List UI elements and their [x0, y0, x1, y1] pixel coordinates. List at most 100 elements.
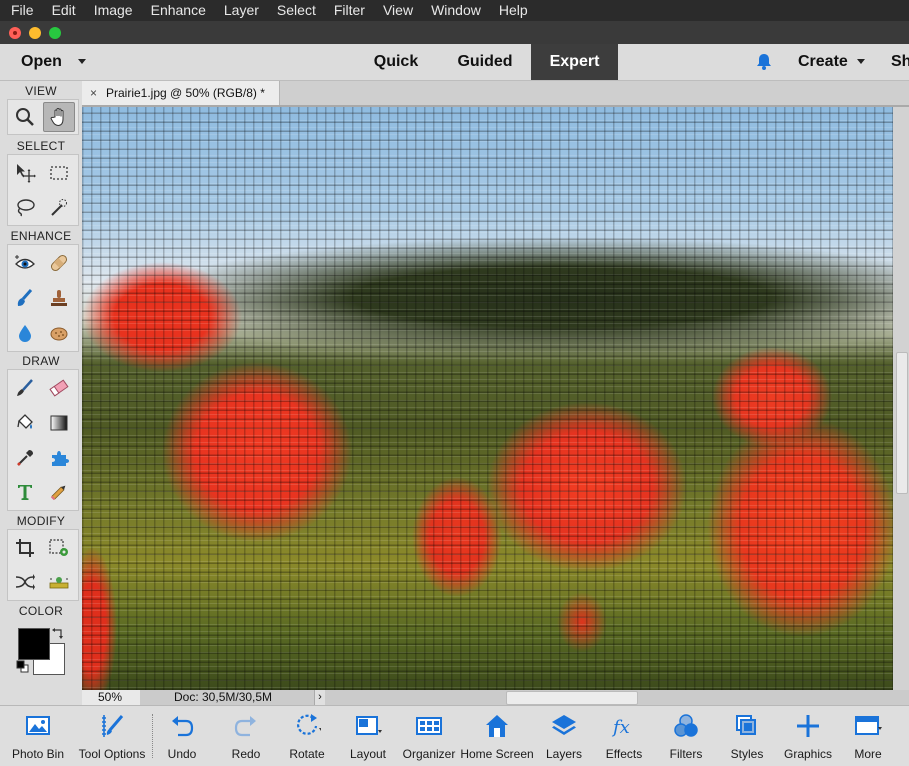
menu-layer[interactable]: Layer [215, 0, 268, 21]
recompose-tool[interactable] [43, 533, 75, 563]
move-tool[interactable] [9, 158, 41, 188]
svg-text:fx: fx [611, 717, 630, 738]
clone-stamp-tool[interactable] [43, 283, 75, 313]
status-bar: 50% Doc: 30,5M/30,5M › [82, 690, 909, 705]
horizontal-scrollbar-thumb[interactable] [506, 691, 638, 705]
crop-icon [16, 539, 34, 557]
marquee-tool[interactable] [43, 158, 75, 188]
tool-options-label: Tool Options [78, 747, 146, 761]
foreground-color-swatch[interactable] [18, 628, 50, 660]
styles-label: Styles [730, 747, 764, 761]
effects-button[interactable]: fx Effects [598, 706, 650, 766]
styles-button[interactable]: Styles [722, 706, 772, 766]
enhance-tools [7, 244, 79, 352]
puzzle-shape-icon [52, 451, 69, 466]
vertical-scrollbar-thumb[interactable] [896, 352, 908, 494]
vertical-scrollbar[interactable] [893, 107, 909, 690]
menu-window[interactable]: Window [422, 0, 490, 21]
pencil-tool[interactable] [43, 477, 75, 507]
healing-brush-tool[interactable] [43, 248, 75, 278]
filters-button[interactable]: Filters [660, 706, 712, 766]
quick-selection-tool[interactable] [43, 192, 75, 222]
menu-filter[interactable]: Filter [325, 0, 374, 21]
close-tab-icon[interactable]: × [90, 81, 97, 105]
magic-wand-icon [51, 199, 67, 216]
rotate-label: Rotate [289, 747, 325, 761]
eraser-tool[interactable] [43, 373, 75, 403]
more-button[interactable]: More [842, 706, 894, 766]
redo-button[interactable]: Redo [220, 706, 272, 766]
text-icon [18, 485, 32, 500]
chevron-right-icon[interactable]: › [314, 690, 325, 705]
graphics-label: Graphics [783, 747, 833, 761]
swap-colors-icon[interactable] [51, 626, 65, 640]
mode-tab-guided[interactable]: Guided [448, 44, 522, 80]
content-aware-move-tool[interactable] [9, 567, 41, 597]
document-tab-title: Prairie1.jpg @ 50% (RGB/8) * [106, 86, 265, 100]
lasso-icon [17, 199, 35, 217]
red-eye-tool[interactable] [9, 248, 41, 278]
zoom-tool[interactable] [9, 102, 41, 132]
layers-button[interactable]: Layers [538, 706, 590, 766]
section-label-color: COLOR [18, 604, 64, 618]
open-button[interactable]: Open [21, 44, 62, 80]
bell-icon[interactable] [754, 52, 774, 72]
menu-image[interactable]: Image [85, 0, 142, 21]
default-colors-icon[interactable] [16, 660, 30, 674]
photo-bin-button[interactable]: Photo Bin [4, 706, 72, 766]
layout-button[interactable]: Layout [342, 706, 394, 766]
menu-enhance[interactable]: Enhance [142, 0, 215, 21]
level-icon [49, 577, 69, 589]
menu-file[interactable]: File [2, 0, 43, 21]
lasso-tool[interactable] [9, 192, 41, 222]
hand-tool[interactable] [43, 102, 75, 132]
smart-brush-tool[interactable] [9, 283, 41, 313]
menu-select[interactable]: Select [268, 0, 325, 21]
crop-tool[interactable] [9, 533, 41, 563]
menu-edit[interactable]: Edit [43, 0, 85, 21]
photo-bin-label: Photo Bin [11, 747, 65, 761]
tool-options-button[interactable]: Tool Options [74, 706, 150, 766]
mode-tab-expert[interactable]: Expert [531, 44, 618, 80]
mode-tab-quick[interactable]: Quick [362, 44, 430, 80]
organizer-button[interactable]: Organizer [400, 706, 458, 766]
share-button[interactable]: Sh [891, 44, 909, 80]
image-canvas[interactable] [82, 107, 893, 690]
custom-shape-tool[interactable] [43, 443, 75, 473]
chevron-down-icon[interactable] [857, 59, 865, 64]
redo-label: Redo [231, 747, 261, 761]
undo-button[interactable]: Undo [156, 706, 208, 766]
sponge-tool[interactable] [43, 318, 75, 348]
zoom-level-field[interactable]: 50% [82, 690, 140, 705]
blur-tool[interactable] [9, 318, 41, 348]
close-window-button[interactable] [9, 27, 21, 39]
undo-label: Undo [167, 747, 197, 761]
rotate-button[interactable]: Rotate [280, 706, 334, 766]
organizer-label: Organizer [402, 747, 456, 761]
document-tab[interactable]: × Prairie1.jpg @ 50% (RGB/8) * [82, 81, 280, 105]
magnifier-icon [16, 108, 34, 126]
graphics-button[interactable]: Graphics [780, 706, 836, 766]
gradient-tool[interactable] [43, 408, 75, 438]
eyedropper-tool[interactable] [9, 443, 41, 473]
menu-view[interactable]: View [374, 0, 422, 21]
straighten-tool[interactable] [43, 567, 75, 597]
layout-icon [356, 716, 382, 735]
chevron-down-icon[interactable] [78, 59, 86, 64]
paint-bucket-tool[interactable] [9, 408, 41, 438]
home-screen-button[interactable]: Home Screen [460, 706, 534, 766]
minimize-window-button[interactable] [29, 27, 41, 39]
create-button[interactable]: Create [798, 44, 848, 80]
canvas-area[interactable] [82, 105, 909, 690]
layout-label: Layout [349, 747, 387, 761]
toolbox: VIEW SELECT ENHANCE DRAW MODIFY COLOR [0, 81, 83, 705]
zoom-window-button[interactable] [49, 27, 61, 39]
more-icon [855, 716, 882, 735]
menu-bar: File Edit Image Enhance Layer Select Fil… [0, 0, 909, 21]
brush-tool[interactable] [9, 373, 41, 403]
section-label-view: VIEW [25, 84, 57, 98]
menu-help[interactable]: Help [490, 0, 537, 21]
window-title-bar [0, 21, 909, 44]
hand-icon [50, 108, 64, 127]
type-tool[interactable] [9, 477, 41, 507]
